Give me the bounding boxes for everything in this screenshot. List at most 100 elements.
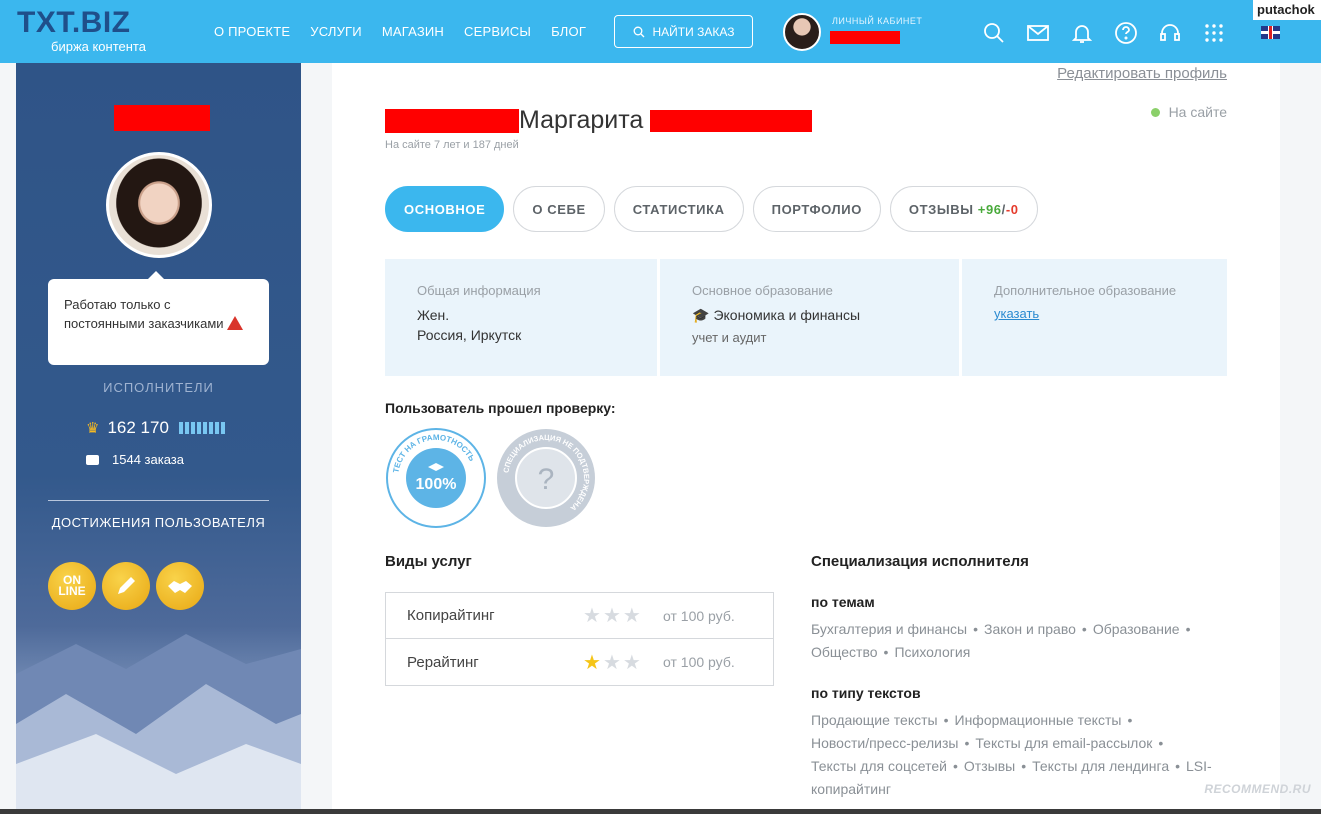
user-category: ИСПОЛНИТЕЛИ: [103, 380, 214, 395]
briefcase-icon: [86, 454, 99, 465]
topic-tag[interactable]: Образование: [1093, 621, 1180, 637]
tab-portfolio[interactable]: ПОРТФОЛИО: [752, 186, 881, 232]
support-headset-icon[interactable]: [1157, 20, 1183, 46]
main-education: Основное образование 🎓 Экономика и финанс…: [660, 259, 959, 376]
tab-stats[interactable]: СТАТИСТИКА: [613, 186, 744, 232]
services-title: Виды услуг: [385, 553, 472, 570]
search-icon[interactable]: [981, 20, 1007, 46]
handshake-badge-icon[interactable]: [156, 562, 204, 610]
cabinet-label[interactable]: ЛИЧНЫЙ КАБИНЕТ: [832, 16, 922, 26]
nav-blog[interactable]: БЛОГ: [551, 24, 586, 39]
star-icon: ★: [583, 605, 603, 627]
type-tag[interactable]: Информационные тексты: [955, 712, 1122, 728]
orders-count: 1544 заказа: [112, 452, 184, 467]
mail-icon[interactable]: [1025, 20, 1051, 46]
type-tag[interactable]: Отзывы: [964, 758, 1015, 774]
tab-about[interactable]: О СЕБЕ: [513, 186, 605, 232]
logo-subtitle: биржа контента: [51, 39, 146, 54]
info-panel: Общая информация Жен. Россия, Иркутск Ос…: [385, 259, 1227, 376]
services-table: Копирайтинг ★★★ от 100 руб. Рерайтинг ★★…: [385, 592, 774, 686]
divider: [48, 500, 269, 501]
help-icon[interactable]: [1113, 20, 1139, 46]
type-tag[interactable]: Тексты для лендинга: [1032, 758, 1169, 774]
question-icon: ?: [538, 463, 555, 496]
education-sub: учет и аудит: [692, 330, 767, 345]
edit-profile-link[interactable]: Редактировать профиль: [1057, 65, 1227, 82]
redacted-surname: [385, 108, 519, 133]
service-row[interactable]: Копирайтинг ★★★ от 100 руб.: [386, 593, 773, 639]
header-icons: [981, 20, 1227, 46]
service-price: от 100 руб.: [663, 607, 735, 624]
redacted-name: [114, 105, 210, 131]
bottom-bar: [0, 809, 1321, 814]
service-price: от 100 руб.: [663, 654, 735, 670]
general-info: Общая информация Жен. Россия, Иркутск: [385, 259, 657, 376]
general-info-label: Общая информация: [417, 283, 541, 298]
member-since: На сайте 7 лет и 187 дней: [385, 139, 519, 151]
find-order-label: НАЙТИ ЗАКАЗ: [652, 24, 735, 39]
nav-about[interactable]: О ПРОЕКТЕ: [214, 24, 290, 39]
service-stars: ★★★: [583, 650, 663, 675]
tab-reviews[interactable]: ОТЗЫВЫ +96/-0: [889, 186, 1038, 232]
extra-education: Дополнительное образование указать: [962, 259, 1227, 376]
orders-row: 1544 заказа: [86, 452, 184, 467]
education-label: Основное образование: [692, 283, 833, 298]
site-logo[interactable]: TXT.BIZ биржа контента: [17, 6, 146, 54]
service-name: Копирайтинг: [407, 607, 495, 624]
extra-education-label: Дополнительное образование: [994, 283, 1177, 298]
apps-grid-icon[interactable]: [1201, 20, 1227, 46]
type-tag[interactable]: Тексты для email-рассылок: [975, 735, 1152, 751]
topic-tag[interactable]: Общество: [811, 644, 878, 660]
verification-stamps: ТЕСТ НА ГРАМОТНОСТЬ 100% СПЕЦИАЛИЗАЦИЯ Н…: [385, 427, 597, 529]
location: Россия, Иркутск: [417, 327, 522, 343]
star-icon: ★: [622, 651, 643, 674]
nav-tools[interactable]: СЕРВИСЫ: [464, 24, 531, 39]
rating-level-bars: [178, 422, 225, 434]
reviews-positive: +96: [977, 201, 1002, 217]
type-tag[interactable]: Продающие тексты: [811, 712, 938, 728]
profile-main: Редактировать профиль На сайте Маргарита…: [332, 63, 1280, 814]
online-badge[interactable]: ON LINE: [48, 562, 96, 610]
achievements-title: ДОСТИЖЕНИЯ ПОЛЬЗОВАТЕЛЯ: [51, 515, 266, 530]
nav-services[interactable]: УСЛУГИ: [310, 24, 362, 39]
type-tag[interactable]: Новости/пресс-релизы: [811, 735, 958, 751]
profile-sidebar: Работаю только с постоянными заказчиками…: [16, 63, 301, 814]
tab-reviews-label: ОТЗЫВЫ: [908, 201, 974, 217]
verification-title: Пользователь прошел проверку:: [385, 400, 616, 416]
add-extra-education-link[interactable]: указать: [994, 306, 1039, 321]
pencil-badge-icon[interactable]: [102, 562, 150, 610]
profile-avatar: [106, 152, 212, 258]
star-icon: ★: [602, 651, 623, 674]
education-value: Экономика и финансы: [713, 307, 860, 323]
status-bubble: Работаю только с постоянными заказчиками: [48, 271, 269, 365]
service-name: Рерайтинг: [407, 653, 479, 671]
literacy-test-stamp[interactable]: ТЕСТ НА ГРАМОТНОСТЬ 100%: [385, 427, 487, 529]
specialization-stamp[interactable]: СПЕЦИАЛИЗАЦИЯ НЕ ПОДТВЕРЖДЕНА ?: [495, 427, 597, 529]
topic-tag[interactable]: Психология: [894, 644, 970, 660]
star-icon: ★: [583, 651, 603, 674]
uk-flag-icon[interactable]: [1261, 26, 1280, 39]
rating-row: ♛ 162 170: [86, 418, 225, 438]
nav-shop[interactable]: МАГАЗИН: [382, 24, 444, 39]
watermark: RECOMMEND.RU: [1204, 782, 1311, 796]
service-row[interactable]: Рерайтинг ★★★ от 100 руб.: [386, 639, 773, 685]
text-types-list: Продающие тексты • Информационные тексты • Н…: [811, 712, 1212, 797]
warning-icon: [226, 316, 243, 330]
specialization-title: Специализация исполнителя: [811, 553, 1029, 570]
first-name: Маргарита: [519, 106, 644, 134]
topics-title: по темам: [811, 594, 875, 610]
user-avatar[interactable]: [783, 13, 821, 51]
search-icon: [633, 26, 644, 37]
top-header: TXT.BIZ биржа контента О ПРОЕКТЕ УСЛУГИ …: [0, 0, 1321, 63]
tab-main[interactable]: ОСНОВНОЕ: [385, 186, 505, 232]
type-tag[interactable]: Тексты для соцсетей: [811, 758, 947, 774]
main-nav: О ПРОЕКТЕ УСЛУГИ МАГАЗИН СЕРВИСЫ БЛОГ: [214, 24, 586, 39]
topic-tag[interactable]: Бухгалтерия и финансы: [811, 621, 967, 637]
star-icon: ★: [622, 605, 643, 627]
find-order-button[interactable]: НАЙТИ ЗАКАЗ: [614, 15, 753, 48]
stamp1-value: 100%: [416, 476, 457, 493]
rating-value: 162 170: [107, 418, 169, 437]
education-value-row: 🎓 Экономика и финансы: [692, 305, 927, 325]
bell-icon[interactable]: [1069, 20, 1095, 46]
topic-tag[interactable]: Закон и право: [984, 621, 1076, 637]
